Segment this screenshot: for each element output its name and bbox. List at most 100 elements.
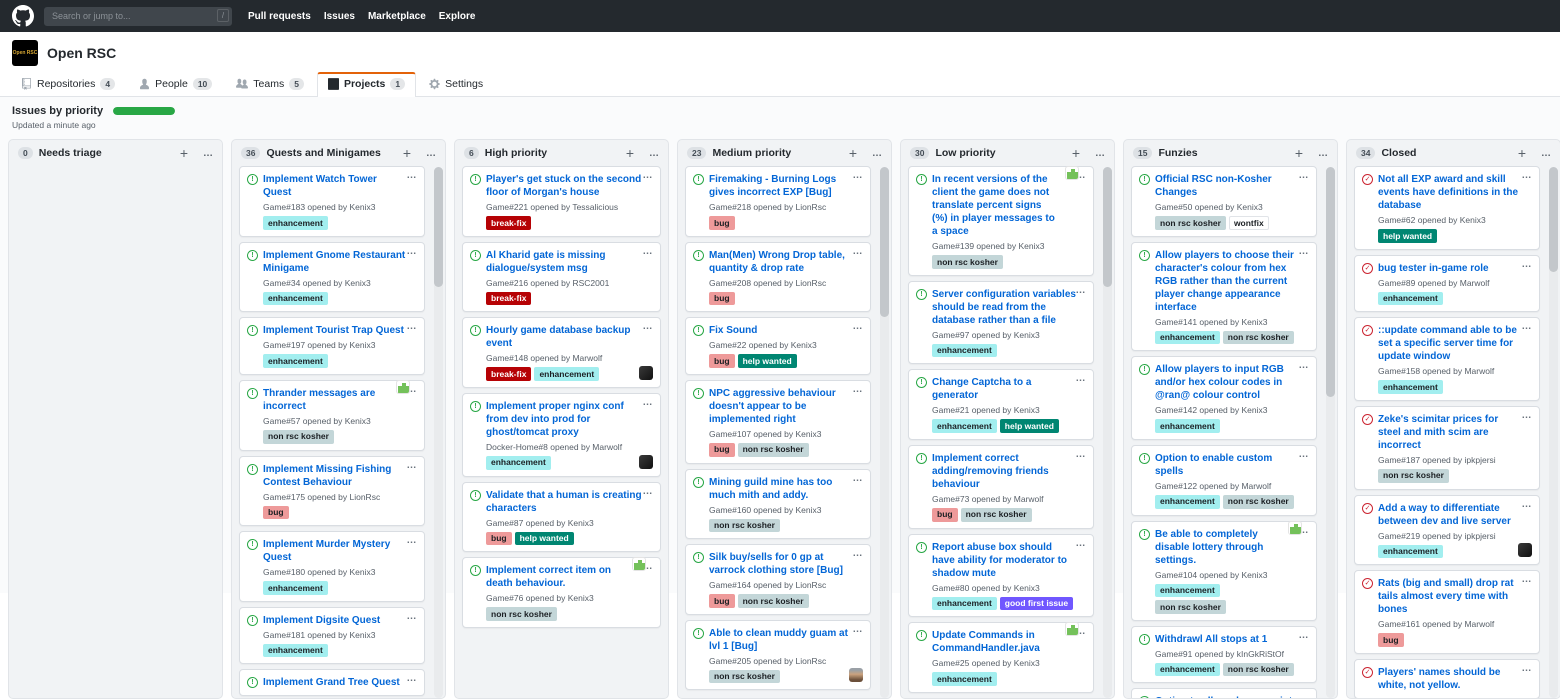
issue-title-link[interactable]: NPC aggressive behaviour doesn't appear …: [709, 387, 854, 426]
issue-title-link[interactable]: Change Captcha to a generator: [932, 376, 1077, 402]
issue-title-link[interactable]: Official RSC non-Kosher Changes: [1155, 173, 1300, 199]
column-scrollbar-thumb[interactable]: [434, 167, 443, 287]
project-card[interactable]: ! Fix Sound Game#22 opened by Kenix3 bug…: [685, 317, 871, 375]
issue-title-link[interactable]: Server configuration variables should be…: [932, 288, 1077, 327]
nav-pull-requests[interactable]: Pull requests: [248, 11, 311, 22]
project-card[interactable]: ! Implement Gnome Restaurant Minigame Ga…: [239, 242, 425, 313]
column-menu-button[interactable]: …: [426, 148, 436, 159]
card-menu-button[interactable]: …: [1076, 449, 1087, 460]
issue-title-link[interactable]: Hourly game database backup event: [486, 324, 644, 350]
project-card[interactable]: ✓ Players' names should be white, not ye…: [1354, 659, 1540, 699]
card-menu-button[interactable]: …: [643, 486, 654, 497]
project-card[interactable]: ! Silk buy/sells for 0 gp at varrock clo…: [685, 544, 871, 615]
project-card[interactable]: ✓ ::update command able to be set a spec…: [1354, 317, 1540, 401]
add-card-button[interactable]: +: [180, 148, 188, 158]
tab-repositories[interactable]: Repositories 4: [10, 71, 126, 97]
card-menu-button[interactable]: …: [643, 397, 654, 408]
add-card-button[interactable]: +: [626, 148, 634, 158]
add-card-button[interactable]: +: [1072, 148, 1080, 158]
issue-title-link[interactable]: Option to enable custom spells: [1155, 452, 1300, 478]
card-menu-button[interactable]: …: [1522, 321, 1533, 332]
assignee-avatar[interactable]: [632, 557, 646, 571]
project-card[interactable]: ! Report abuse box should have ability f…: [908, 534, 1094, 618]
tab-teams[interactable]: Teams 5: [225, 71, 315, 97]
card-menu-button[interactable]: …: [1299, 692, 1310, 699]
project-card[interactable]: ✓ Add a way to differentiate between dev…: [1354, 495, 1540, 566]
issue-title-link[interactable]: Mining guild mine has too much mith and …: [709, 476, 854, 502]
project-card[interactable]: ✓ Rats (big and small) drop rat tails al…: [1354, 570, 1540, 654]
column-menu-button[interactable]: …: [1095, 148, 1105, 159]
issue-title-link[interactable]: Implement Grand Tree Quest: [263, 676, 408, 689]
card-menu-button[interactable]: …: [1299, 360, 1310, 371]
issue-title-link[interactable]: Players' names should be white, not yell…: [1378, 666, 1523, 692]
add-card-button[interactable]: +: [849, 148, 857, 158]
issue-title-link[interactable]: Able to clean muddy guam at lvl 1 [Bug]: [709, 627, 854, 653]
issue-title-link[interactable]: Al Kharid gate is missing dialogue/syste…: [486, 249, 644, 275]
project-card[interactable]: ! Implement Digsite Quest Game#181 opene…: [239, 607, 425, 665]
issue-title-link[interactable]: Player's get stuck on the second floor o…: [486, 173, 644, 199]
project-card[interactable]: ! In recent versions of the client the g…: [908, 166, 1094, 276]
card-menu-button[interactable]: …: [643, 170, 654, 181]
tab-people[interactable]: People 10: [128, 71, 223, 97]
card-menu-button[interactable]: …: [643, 321, 654, 332]
assignee-avatar[interactable]: [1065, 622, 1079, 636]
card-menu-button[interactable]: …: [407, 673, 418, 684]
card-menu-button[interactable]: …: [407, 246, 418, 257]
column-menu-button[interactable]: …: [649, 148, 659, 159]
project-card[interactable]: ! Update Commands in CommandHandler.java…: [908, 622, 1094, 693]
project-card[interactable]: ! Player's get stuck on the second floor…: [462, 166, 661, 237]
project-card[interactable]: ! Implement Grand Tree Quest …: [239, 669, 425, 696]
nav-explore[interactable]: Explore: [439, 11, 476, 22]
project-card[interactable]: ! Allow players to input RGB and/or hex …: [1131, 356, 1317, 440]
assignee-avatar[interactable]: [1065, 166, 1079, 180]
project-card[interactable]: ! Allow players to choose their characte…: [1131, 242, 1317, 352]
project-card[interactable]: ! Implement Tourist Trap Quest Game#197 …: [239, 317, 425, 375]
column-menu-button[interactable]: …: [1318, 148, 1328, 159]
column-scrollbar-thumb[interactable]: [880, 167, 889, 317]
card-menu-button[interactable]: …: [1299, 246, 1310, 257]
issue-title-link[interactable]: Zeke's scimitar prices for steel and mit…: [1378, 413, 1523, 452]
add-card-button[interactable]: +: [403, 148, 411, 158]
project-card[interactable]: ! Mining guild mine has too much mith an…: [685, 469, 871, 540]
project-card[interactable]: ! Implement Murder Mystery Quest Game#18…: [239, 531, 425, 602]
card-menu-button[interactable]: …: [1299, 170, 1310, 181]
card-menu-button[interactable]: …: [1522, 663, 1533, 674]
card-menu-button[interactable]: …: [1522, 574, 1533, 585]
issue-title-link[interactable]: Rats (big and small) drop rat tails almo…: [1378, 577, 1523, 616]
card-menu-button[interactable]: …: [1299, 630, 1310, 641]
assignee-avatar[interactable]: [639, 455, 653, 469]
issue-title-link[interactable]: Implement proper nginx conf from dev int…: [486, 400, 644, 439]
issue-title-link[interactable]: In recent versions of the client the gam…: [932, 173, 1058, 238]
issue-title-link[interactable]: Validate that a human is creating charac…: [486, 489, 644, 515]
card-menu-button[interactable]: …: [407, 460, 418, 471]
project-card[interactable]: ! Implement correct adding/removing frie…: [908, 445, 1094, 529]
card-menu-button[interactable]: …: [407, 611, 418, 622]
card-menu-button[interactable]: …: [407, 170, 418, 181]
issue-title-link[interactable]: Silk buy/sells for 0 gp at varrock cloth…: [709, 551, 854, 577]
assignee-avatar[interactable]: [1518, 543, 1532, 557]
card-menu-button[interactable]: …: [853, 384, 864, 395]
issue-title-link[interactable]: Add a way to differentiate between dev a…: [1378, 502, 1523, 528]
card-menu-button[interactable]: …: [1522, 259, 1533, 270]
org-avatar[interactable]: Open RSC: [12, 40, 38, 66]
card-menu-button[interactable]: …: [1522, 170, 1533, 181]
issue-title-link[interactable]: Be able to completely disable lottery th…: [1155, 528, 1281, 567]
card-menu-button[interactable]: …: [853, 321, 864, 332]
issue-title-link[interactable]: Not all EXP award and skill events have …: [1378, 173, 1523, 212]
project-card[interactable]: ! Validate that a human is creating char…: [462, 482, 661, 553]
project-card[interactable]: ! Official RSC non-Kosher Changes Game#5…: [1131, 166, 1317, 237]
issue-title-link[interactable]: Allow players to choose their character'…: [1155, 249, 1300, 314]
project-card[interactable]: ! Hourly game database backup event Game…: [462, 317, 661, 388]
card-menu-button[interactable]: …: [853, 624, 864, 635]
project-card[interactable]: ! Firemaking - Burning Logs gives incorr…: [685, 166, 871, 237]
issue-title-link[interactable]: Implement correct adding/removing friend…: [932, 452, 1077, 491]
card-menu-button[interactable]: …: [853, 246, 864, 257]
issue-title-link[interactable]: Implement Missing Fishing Contest Behavi…: [263, 463, 408, 489]
issue-title-link[interactable]: Implement Watch Tower Quest: [263, 173, 408, 199]
project-card[interactable]: ! Man(Men) Wrong Drop table, quantity & …: [685, 242, 871, 313]
project-card[interactable]: ✓ Not all EXP award and skill events hav…: [1354, 166, 1540, 250]
card-menu-button[interactable]: …: [1522, 410, 1533, 421]
issue-title-link[interactable]: Implement Gnome Restaurant Minigame: [263, 249, 408, 275]
project-card[interactable]: ! Option to enable custom spells Game#12…: [1131, 445, 1317, 516]
column-scrollbar-thumb[interactable]: [1103, 167, 1112, 287]
